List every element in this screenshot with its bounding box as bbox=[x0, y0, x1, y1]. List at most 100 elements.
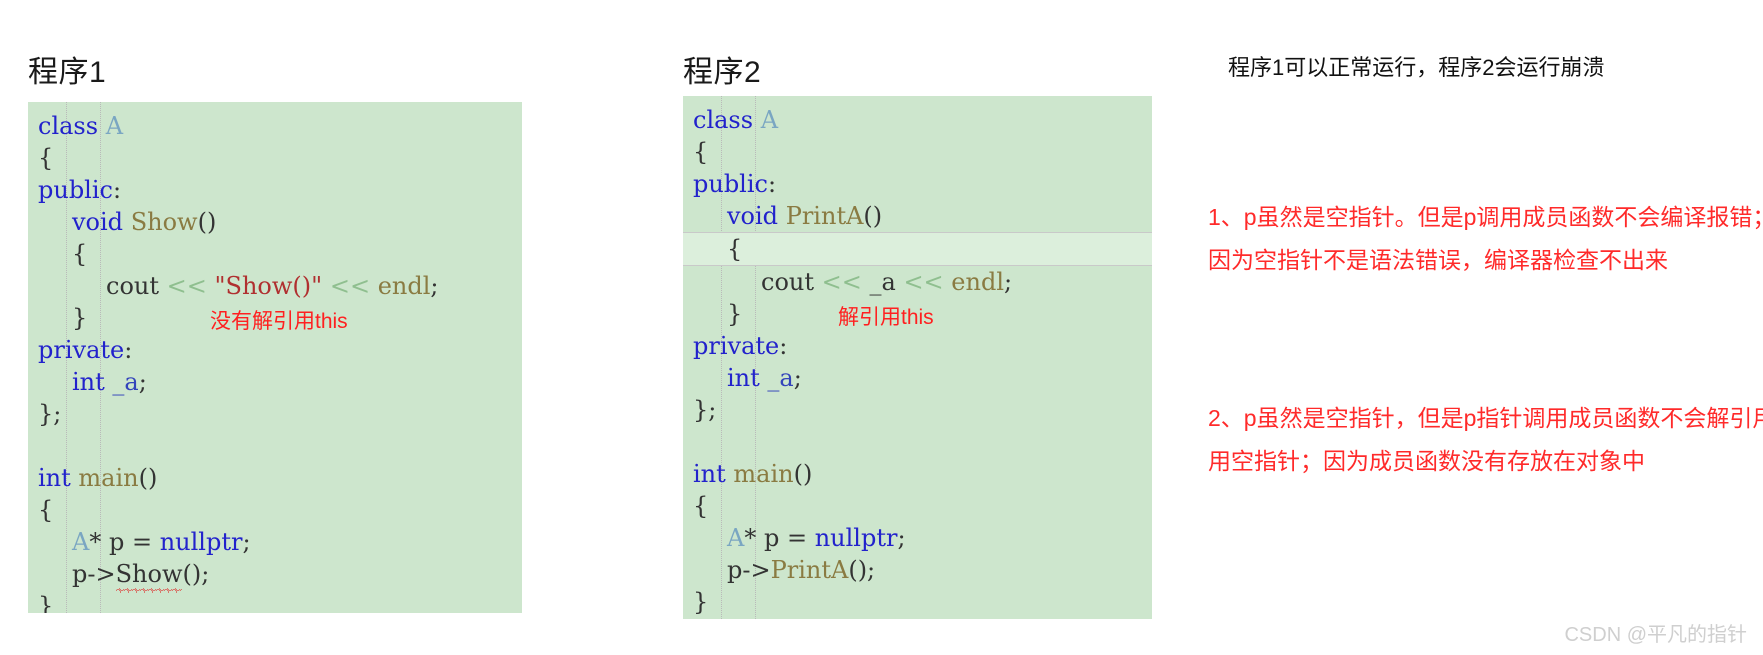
code-token: class bbox=[38, 112, 106, 140]
code-line-text: { bbox=[693, 235, 742, 263]
code-token: PrintA bbox=[770, 556, 849, 584]
code-token: () bbox=[138, 464, 158, 492]
code-line: cout << "Show()" << endl; bbox=[28, 270, 522, 302]
code-line: int main() bbox=[683, 458, 1152, 490]
code-token: () bbox=[863, 202, 883, 230]
code-token: (); bbox=[848, 556, 876, 584]
code-token: { bbox=[72, 240, 88, 268]
code-line-text: int main() bbox=[38, 464, 157, 492]
code-line-text: public: bbox=[693, 170, 776, 198]
code-token: << bbox=[166, 272, 207, 300]
code-token: () bbox=[793, 460, 813, 488]
program-1-code-block: class A{public: void Show(){cout << "Show… bbox=[28, 102, 522, 613]
code-line-text: public: bbox=[38, 176, 121, 204]
code-token: _a bbox=[869, 268, 896, 296]
code-line: } 没有解引用this bbox=[28, 302, 522, 334]
code-line-text: void Show() bbox=[38, 208, 216, 236]
code-token: ; bbox=[242, 528, 251, 556]
code-token: void bbox=[72, 208, 131, 236]
code-token: << bbox=[903, 268, 944, 296]
code-token: p-> bbox=[727, 556, 771, 584]
code-line: { bbox=[683, 136, 1152, 168]
code-line: p->Show(); bbox=[28, 558, 522, 593]
code-token: void bbox=[727, 202, 786, 230]
code-line: { bbox=[28, 494, 522, 526]
code-line: public: bbox=[683, 168, 1152, 200]
code-line: { bbox=[28, 238, 522, 270]
code-line: }; bbox=[28, 398, 522, 430]
explanation-headline-wrap: 程序1可以正常运行，程序2会运行崩溃 bbox=[1228, 52, 1763, 84]
code-line-text: class A bbox=[693, 106, 778, 134]
code-line: }; bbox=[683, 394, 1152, 426]
code-token: * p = bbox=[744, 524, 815, 552]
explanation-point-1: 1、p虽然是空指针。但是p调用成员函数不会编译报错；因为空指针不是语法错误，编译… bbox=[1208, 204, 1763, 273]
code-token: } bbox=[38, 592, 54, 613]
code-token: () bbox=[197, 208, 217, 236]
code-line: } 解引用this bbox=[683, 298, 1152, 330]
code-line: { bbox=[28, 142, 522, 174]
code-line-text: } bbox=[693, 588, 708, 616]
code-line-text: p->PrintA(); bbox=[693, 556, 875, 584]
code-line: p->PrintA(); bbox=[683, 554, 1152, 586]
code-line-text: A* p = nullptr; bbox=[693, 524, 906, 552]
code-line: } bbox=[683, 586, 1152, 618]
code-token: (); bbox=[182, 560, 210, 588]
code-line-text: } bbox=[38, 592, 53, 613]
code-line-text: { bbox=[693, 138, 708, 166]
code-line-text: A* p = nullptr; bbox=[38, 528, 251, 556]
code-line: private: bbox=[28, 334, 522, 366]
code-token: } bbox=[72, 304, 88, 332]
code-token: endl bbox=[377, 272, 431, 300]
code-line-text: int _a; bbox=[693, 364, 802, 392]
code-token: endl bbox=[951, 268, 1004, 296]
code-token: ; bbox=[430, 272, 439, 300]
code-token: public bbox=[38, 176, 113, 204]
code-line-text: int _a; bbox=[38, 368, 147, 396]
code-line-text: void PrintA() bbox=[693, 202, 882, 230]
program-2-code-block: class A{public: void PrintA(){cout << _a … bbox=[683, 96, 1152, 619]
code-token: main bbox=[733, 460, 794, 488]
code-line-text: }; bbox=[693, 396, 716, 424]
code-token: A bbox=[105, 112, 124, 140]
code-line-highlighted: { bbox=[683, 232, 1152, 266]
code-token: << bbox=[329, 272, 371, 300]
code-token: nullptr bbox=[814, 524, 898, 552]
code-line-text: { bbox=[38, 496, 53, 524]
code-line-text: { bbox=[38, 240, 87, 268]
code-token: "Show()" bbox=[214, 272, 323, 300]
code-line-text: cout << _a << endl; bbox=[693, 268, 1012, 296]
code-line-text: class A bbox=[38, 112, 123, 140]
explanation-headline: 程序1可以正常运行，程序2会运行崩溃 bbox=[1228, 55, 1605, 80]
code-line: cout << _a << endl; bbox=[683, 266, 1152, 298]
code-token: ; bbox=[138, 368, 147, 396]
code-token: A bbox=[727, 524, 745, 552]
code-token: { bbox=[727, 235, 743, 263]
code-line: void Show() bbox=[28, 206, 522, 238]
code-token: public bbox=[693, 170, 768, 198]
code-token: int bbox=[727, 364, 768, 392]
code-line: { bbox=[683, 490, 1152, 522]
code-line: int _a; bbox=[683, 362, 1152, 394]
program-1-title: 程序1 bbox=[28, 56, 107, 89]
code-line: int main() bbox=[28, 462, 522, 494]
code-token: main bbox=[78, 464, 139, 492]
explanation-point-2: 2、p虽然是空指针，但是p指针调用成员函数不会解引用用空指针；因为成员函数没有存… bbox=[1208, 405, 1763, 474]
code-token: PrintA bbox=[785, 202, 864, 230]
code-token: ; bbox=[1004, 268, 1013, 296]
code-token: A bbox=[760, 106, 779, 134]
code-token: Show bbox=[130, 208, 198, 236]
code-token: private bbox=[693, 332, 780, 360]
code-line-text: int main() bbox=[693, 460, 812, 488]
code-token: int bbox=[693, 460, 734, 488]
code-line: class A bbox=[28, 110, 522, 142]
code-token: } bbox=[693, 588, 709, 616]
code-token: { bbox=[38, 144, 54, 172]
code-token: ; bbox=[897, 524, 906, 552]
code-token: << bbox=[821, 268, 862, 296]
code-line-text: p->Show(); bbox=[38, 560, 210, 593]
code-token: }; bbox=[38, 400, 62, 428]
